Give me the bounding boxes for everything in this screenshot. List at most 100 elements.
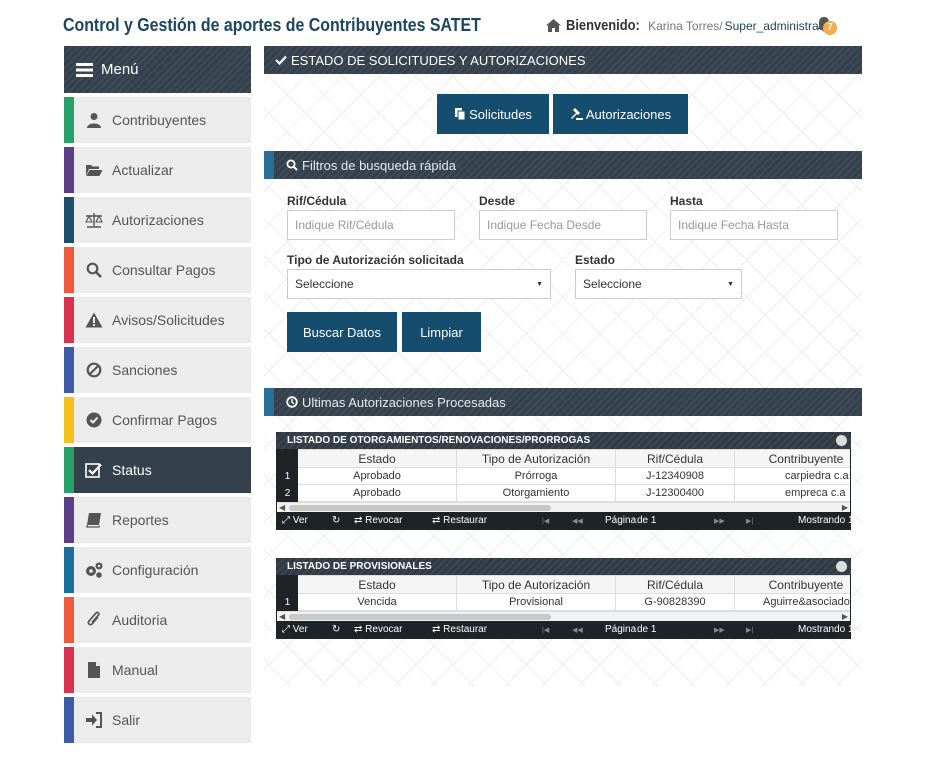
tipo-select[interactable]: Seleccione ▼	[287, 269, 551, 299]
sidebar-item-status[interactable]: Status	[64, 447, 251, 493]
column-header[interactable]: Estado	[297, 575, 457, 594]
app-title: Control y Gestión de aportes de Contribu…	[63, 14, 481, 35]
welcome-area: Bienvenido: Karina Torres/ Super_adminis…	[545, 17, 836, 34]
last-page-icon[interactable]: ▶|	[746, 626, 753, 634]
sidebar-item-auditoria[interactable]: Auditoria	[64, 597, 251, 643]
balance-scale-icon	[84, 211, 104, 229]
table-row[interactable]: 2 Aprobado Otorgamiento J-12300400 empre…	[277, 484, 850, 502]
row-number-header	[277, 449, 298, 468]
collapse-icon[interactable]	[836, 435, 847, 446]
sidebar-item-manual[interactable]: Manual	[64, 647, 251, 693]
revocar-button[interactable]: ⇄ Revocar	[354, 624, 402, 635]
scroll-thumb[interactable]	[289, 505, 551, 511]
limpiar-button[interactable]: Limpiar	[402, 312, 481, 352]
scroll-right-icon[interactable]: ▶	[842, 503, 848, 512]
sidebar-item-configuración[interactable]: Configuración	[64, 547, 251, 593]
estado-select[interactable]: Seleccione ▼	[575, 269, 742, 299]
scroll-left-icon[interactable]: ◀	[279, 503, 285, 512]
recent-title: Ultimas Autorizaciones Procesadas	[302, 394, 506, 410]
sidebar-item-label: Autorizaciones	[112, 212, 204, 228]
column-header[interactable]: Tipo de Autorización	[456, 575, 616, 594]
table-row[interactable]: 1 Aprobado Prórroga J-12340908 carpiedra…	[277, 467, 850, 485]
rif-label: Rif/Cédula	[287, 194, 347, 208]
restaurar-button[interactable]: ⇄ Restaurar	[432, 515, 487, 526]
estado-value: Seleccione	[583, 277, 642, 291]
row-number: 1	[277, 593, 298, 611]
home-icon[interactable]	[545, 18, 562, 33]
tipo-label: Tipo de Autorización solicitada	[287, 253, 464, 267]
solicitudes-button[interactable]: Solicitudes	[437, 94, 549, 134]
cell-contribuyente: Aguirre&asociados	[734, 593, 850, 611]
ver-button[interactable]: ⤢ Ver	[282, 515, 308, 526]
first-page-icon[interactable]: |◀	[542, 626, 549, 634]
sidebar-item-label: Actualizar	[112, 162, 174, 178]
sidebar-item-reportes[interactable]: Reportes	[64, 497, 251, 543]
horizontal-scrollbar[interactable]: ◀ ▶	[277, 502, 850, 512]
column-header[interactable]: Contribuyente	[734, 449, 850, 468]
book-icon	[84, 511, 104, 529]
sidebar-item-salir[interactable]: Salir	[64, 697, 251, 743]
grid-body: Estado Tipo de Autorización Rif/Cédula C…	[276, 575, 851, 621]
column-header[interactable]: Rif/Cédula	[615, 449, 735, 468]
autorizaciones-button[interactable]: Autorizaciones	[553, 94, 688, 134]
sidebar-item-avisos-solicitudes[interactable]: Avisos/Solicitudes	[64, 297, 251, 343]
sidebar-item-label: Sanciones	[112, 362, 178, 378]
sidebar-item-confirmar-pagos[interactable]: Confirmar Pagos	[64, 397, 251, 443]
prev-page-icon[interactable]: ◀◀	[572, 626, 583, 634]
hasta-input[interactable]: Indique Fecha Hasta	[670, 210, 838, 240]
user-icon	[84, 111, 104, 129]
column-header[interactable]: Tipo de Autorización	[456, 449, 616, 468]
main-panel: ESTADO DE SOLICITUDES Y AUTORIZACIONES S…	[264, 46, 862, 686]
grid-caption-text: LISTADO DE PROVISIONALES	[287, 561, 432, 572]
estado-label: Estado	[575, 253, 616, 267]
sidebar-item-autorizaciones[interactable]: Autorizaciones	[64, 197, 251, 243]
paperclip-icon	[84, 611, 104, 629]
next-page-icon[interactable]: ▶▶	[714, 517, 725, 525]
sidebar-item-contribuyentes[interactable]: Contribuyentes	[64, 97, 251, 143]
checkbox-icon	[84, 461, 104, 479]
prev-page-icon[interactable]: ◀◀	[572, 517, 583, 525]
horizontal-scrollbar[interactable]: ◀ ▶	[277, 611, 850, 621]
search-icon	[286, 159, 298, 171]
rif-input[interactable]: Indique Rif/Cédula	[287, 210, 455, 240]
refresh-icon[interactable]: ↻	[332, 515, 340, 526]
collapse-icon[interactable]	[836, 561, 847, 572]
restaurar-label: Restaurar	[443, 515, 488, 526]
sidebar-item-consultar-pagos[interactable]: Consultar Pagos	[64, 247, 251, 293]
cell-estado: Vencida	[297, 593, 457, 611]
user-name: Karina Torres/	[648, 18, 723, 33]
sidebar-item-label: Consultar Pagos	[112, 262, 216, 278]
ver-label: Ver	[292, 624, 308, 635]
sidebar-item-sanciones[interactable]: Sanciones	[64, 347, 251, 393]
sidebar-item-label: Manual	[112, 662, 158, 678]
buscar-datos-button[interactable]: Buscar Datos	[287, 312, 397, 352]
column-header[interactable]: Rif/Cédula	[615, 575, 735, 594]
column-header[interactable]: Contribuyente	[734, 575, 850, 594]
restaurar-button[interactable]: ⇄ Restaurar	[432, 624, 487, 635]
page-label: Página	[605, 515, 637, 526]
last-page-icon[interactable]: ▶|	[746, 517, 753, 525]
row-number: 1	[277, 467, 298, 485]
file-icon	[84, 661, 104, 679]
sidebar-item-actualizar[interactable]: Actualizar	[64, 147, 251, 193]
first-page-icon[interactable]: |◀	[542, 517, 549, 525]
menu-toggle[interactable]: Menú	[64, 46, 251, 93]
notifications-button[interactable]: 7	[815, 16, 839, 38]
scroll-left-icon[interactable]: ◀	[279, 612, 285, 621]
next-page-icon[interactable]: ▶▶	[714, 626, 725, 634]
refresh-icon[interactable]: ↻	[332, 624, 340, 635]
cell-tipo: Provisional	[456, 593, 616, 611]
data-table: Estado Tipo de Autorización Rif/Cédula C…	[277, 449, 850, 502]
revocar-button[interactable]: ⇄ Revocar	[354, 515, 402, 526]
data-table: Estado Tipo de Autorización Rif/Cédula C…	[277, 575, 850, 611]
scroll-right-icon[interactable]: ▶	[842, 612, 848, 621]
column-header[interactable]: Estado	[297, 449, 457, 468]
desde-input[interactable]: Indique Fecha Desde	[479, 210, 647, 240]
hamburger-icon	[76, 62, 93, 77]
ver-button[interactable]: ⤢ Ver	[282, 624, 308, 635]
scroll-thumb[interactable]	[289, 614, 551, 620]
search-icon	[84, 261, 104, 279]
sidebar-item-label: Contribuyentes	[112, 112, 207, 128]
table-row[interactable]: 1 Vencida Provisional G-90828390 Aguirre…	[277, 593, 850, 611]
page-title: ESTADO DE SOLICITUDES Y AUTORIZACIONES	[291, 52, 586, 68]
